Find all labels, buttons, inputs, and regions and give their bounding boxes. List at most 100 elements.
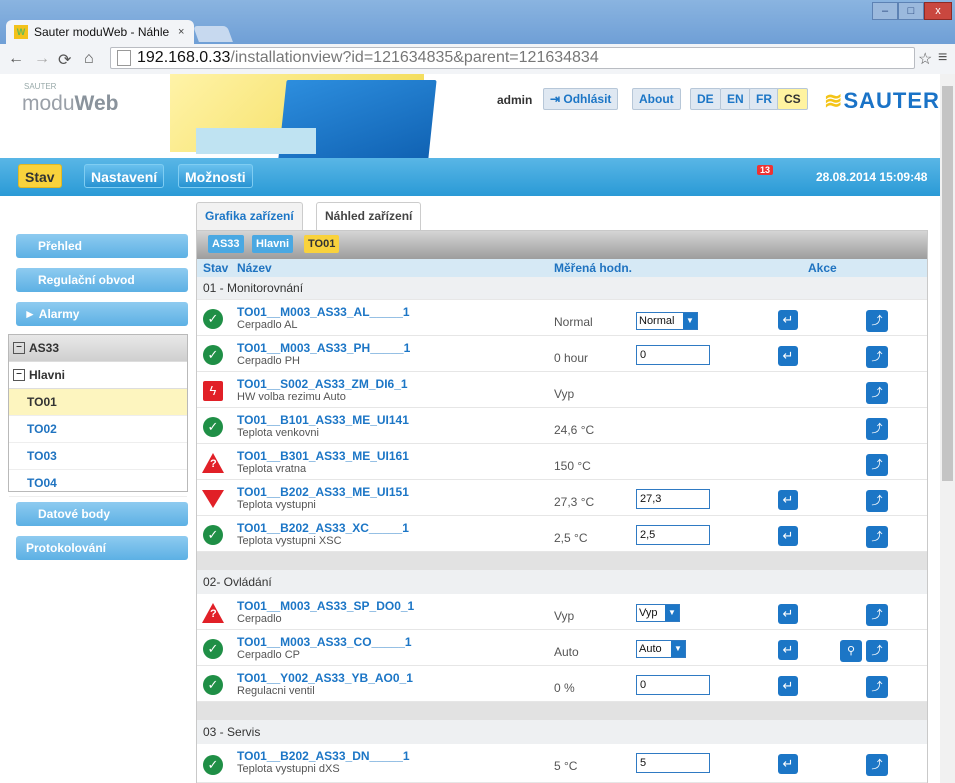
datapoint-desc: Regulacni ventil xyxy=(237,685,315,697)
forward-icon[interactable]: → xyxy=(34,50,50,68)
trend-action-icon[interactable]: ⤴ xyxy=(866,640,888,662)
lang-cs[interactable]: CS xyxy=(777,88,808,110)
column-nazev[interactable]: Název xyxy=(237,261,272,275)
header-decoration-light xyxy=(196,128,316,154)
value-dropdown[interactable]: Auto ▼ xyxy=(636,640,686,658)
trend-action-icon[interactable]: ⤴ xyxy=(866,454,888,476)
value-input[interactable]: 0 xyxy=(636,675,710,695)
datapoint-name[interactable]: TO01__B202_AS33_DN_____1 xyxy=(237,749,410,763)
trend-action-icon[interactable]: ⤴ xyxy=(866,382,888,404)
datapoint-name[interactable]: TO01__B101_AS33_ME_UI141 xyxy=(237,413,409,427)
header-decoration-blue xyxy=(277,80,437,168)
sidebar-protokolovani[interactable]: Protokolování xyxy=(16,536,188,560)
tree-item-to02[interactable]: TO02 xyxy=(9,416,187,443)
datapoint-desc: Cerpadlo CP xyxy=(237,649,300,661)
window-close-button[interactable]: x xyxy=(924,2,952,20)
brand-small: SAUTER xyxy=(24,82,57,91)
apply-icon[interactable]: ↵ xyxy=(778,640,798,660)
back-icon[interactable]: ← xyxy=(8,50,24,68)
value-input[interactable]: 2,5 xyxy=(636,525,710,545)
browser-tab[interactable]: W Sauter moduWeb - Náhle × xyxy=(6,20,194,44)
column-merena-hodnota[interactable]: Měřená hodn. xyxy=(554,261,632,275)
new-tab-button[interactable] xyxy=(193,26,233,42)
nav-nastaveni[interactable]: Nastavení xyxy=(84,164,165,188)
sidebar-regulacni-obvod[interactable]: Regulační obvod xyxy=(16,268,188,292)
bookmark-star-icon[interactable]: ☆ xyxy=(918,49,932,69)
datapoint-name[interactable]: TO01__Y002_AS33_YB_AO0_1 xyxy=(237,671,413,685)
apply-icon[interactable]: ↵ xyxy=(778,754,798,774)
status-ok-icon: ✓ xyxy=(203,639,223,659)
column-akce[interactable]: Akce xyxy=(808,261,837,275)
datapoint-name[interactable]: TO01__B202_AS33_XC_____1 xyxy=(237,521,409,535)
nav-moznosti[interactable]: Možnosti xyxy=(178,164,253,188)
minimize-button[interactable]: – xyxy=(872,2,898,20)
tree-node-as33[interactable]: – AS33 xyxy=(9,335,187,362)
tree-item-to01[interactable]: TO01 xyxy=(9,389,187,416)
datapoint-name[interactable]: TO01__B202_AS33_ME_UI151 xyxy=(237,485,409,499)
lang-de[interactable]: DE xyxy=(690,88,721,110)
tree-node-hlavni[interactable]: – Hlavni xyxy=(9,362,187,389)
breadcrumb-as33[interactable]: AS33 xyxy=(208,235,244,253)
trend-action-icon[interactable]: ⤴ xyxy=(866,754,888,776)
sidebar-datove-body[interactable]: Datové body xyxy=(16,502,188,526)
tab-grafika-zarizeni[interactable]: Grafika zařízení xyxy=(196,202,303,230)
trend-action-icon[interactable]: ⤴ xyxy=(866,346,888,368)
app-header xyxy=(0,74,945,158)
home-icon[interactable]: ⌂ xyxy=(84,50,94,68)
trend-action-icon[interactable]: ⤴ xyxy=(866,604,888,626)
measured-value: Vyp xyxy=(554,387,575,401)
lang-en[interactable]: EN xyxy=(720,88,751,110)
trend-action-icon[interactable]: ⤴ xyxy=(866,310,888,332)
datapoint-name[interactable]: TO01__B301_AS33_ME_UI161 xyxy=(237,449,409,463)
collapse-icon[interactable]: – xyxy=(13,369,25,381)
trend-action-icon[interactable]: ⤴ xyxy=(866,418,888,440)
sidebar-alarmy[interactable]: ► Alarmy xyxy=(16,302,188,326)
datapoint-name[interactable]: TO01__M003_AS33_SP_DO0_1 xyxy=(237,599,414,613)
apply-icon[interactable]: ↵ xyxy=(778,490,798,510)
trend-action-icon[interactable]: ⤴ xyxy=(866,676,888,698)
datapoint-desc: HW volba rezimu Auto xyxy=(237,391,346,403)
group-header: 02- Ovládání xyxy=(197,570,927,594)
apply-icon[interactable]: ↵ xyxy=(778,604,798,624)
value-input[interactable]: 0 xyxy=(636,345,710,365)
datapoint-name[interactable]: TO01__M003_AS33_PH_____1 xyxy=(237,341,410,355)
datapoint-name[interactable]: TO01__M003_AS33_AL_____1 xyxy=(237,305,410,319)
alarm-count-badge[interactable]: 13 xyxy=(757,165,774,175)
scrollbar-thumb[interactable] xyxy=(942,86,953,481)
apply-icon[interactable]: ↵ xyxy=(778,676,798,696)
override-action-icon[interactable]: ⚲ xyxy=(840,640,862,662)
tree-item-to03[interactable]: TO03 xyxy=(9,443,187,470)
value-input[interactable]: 27,3 xyxy=(636,489,710,509)
apply-icon[interactable]: ↵ xyxy=(778,526,798,546)
apply-icon[interactable]: ↵ xyxy=(778,346,798,366)
trend-action-icon[interactable]: ⤴ xyxy=(866,526,888,548)
value-dropdown[interactable]: Normal ▼ xyxy=(636,312,698,330)
url-host: 192.168.0.33 xyxy=(137,49,231,66)
menu-icon[interactable]: ≡ xyxy=(938,49,947,67)
tab-nahled-zarizeni[interactable]: Náhled zařízení xyxy=(316,202,422,230)
about-button[interactable]: About xyxy=(632,88,681,110)
column-stav[interactable]: Stav xyxy=(203,261,228,275)
datapoint-name[interactable]: TO01__S002_AS33_ZM_DI6_1 xyxy=(237,377,408,391)
datapoint-name[interactable]: TO01__M003_AS33_CO_____1 xyxy=(237,635,412,649)
nav-stav[interactable]: Stav xyxy=(18,164,62,188)
reload-icon[interactable]: ⟳ xyxy=(58,50,71,70)
logout-button[interactable]: ⇥ Odhlásit xyxy=(543,88,619,110)
value-dropdown[interactable]: Vyp ▼ xyxy=(636,604,680,622)
breadcrumb-hlavni[interactable]: Hlavni xyxy=(252,235,294,253)
url-input[interactable]: 192.168.0.33/installationview?id=1216348… xyxy=(110,47,915,69)
tab-close-icon[interactable]: × xyxy=(178,26,184,38)
breadcrumb-to01[interactable]: TO01 xyxy=(304,235,340,253)
tree-item-to04[interactable]: TO04 xyxy=(9,470,187,497)
collapse-icon[interactable]: – xyxy=(13,342,25,354)
apply-icon[interactable]: ↵ xyxy=(778,310,798,330)
dropdown-arrow-icon: ▼ xyxy=(671,641,685,657)
lang-fr[interactable]: FR xyxy=(749,88,779,110)
sidebar-prehled[interactable]: Přehled xyxy=(16,234,188,258)
trend-action-icon[interactable]: ⤴ xyxy=(866,490,888,512)
status-ok-icon: ✓ xyxy=(203,345,223,365)
value-input[interactable]: 5 xyxy=(636,753,710,773)
maximize-button[interactable]: □ xyxy=(898,2,924,20)
measured-value: 27,3 °C xyxy=(554,495,595,509)
datapoint-desc: Cerpadlo xyxy=(237,613,282,625)
